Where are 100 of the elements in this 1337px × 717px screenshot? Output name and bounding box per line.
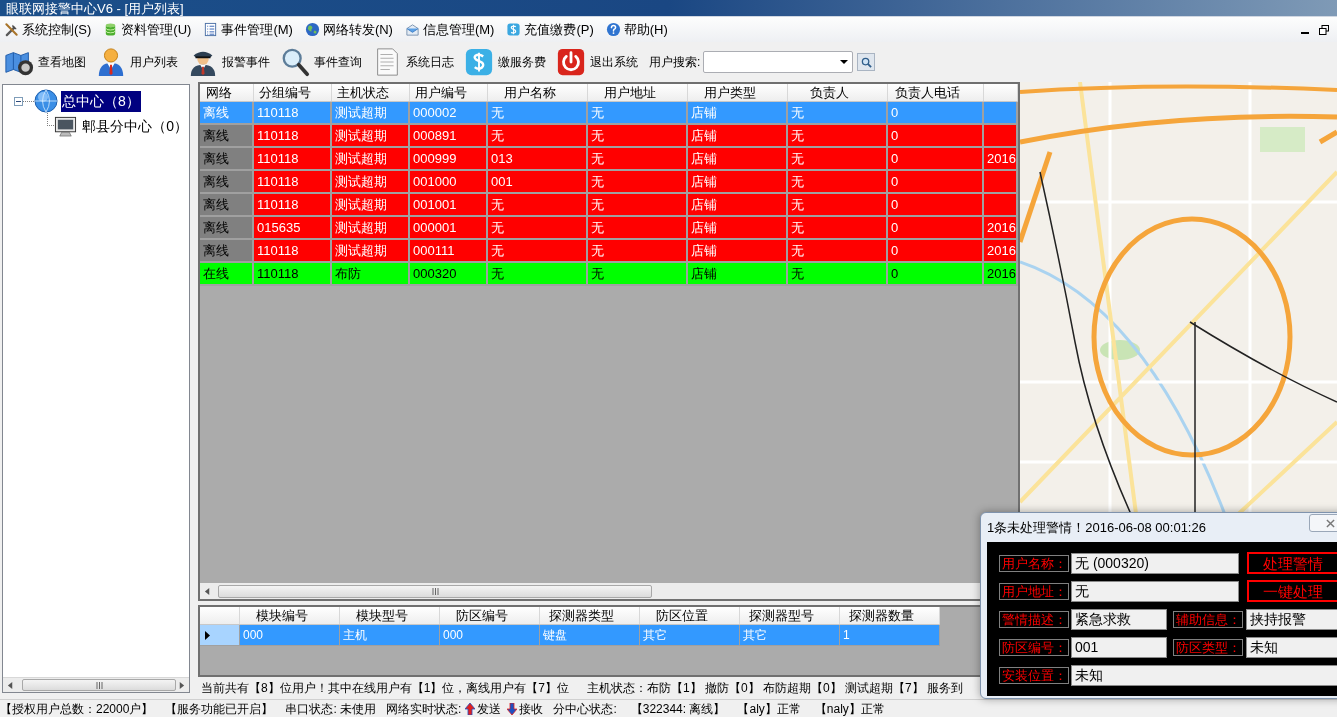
menu-item[interactable]: 充值缴费(P): [506, 18, 594, 41]
column-header[interactable]: 探测器数量: [849, 609, 914, 622]
database-icon: [103, 22, 119, 37]
column-header[interactable]: 探测器类型: [549, 609, 614, 622]
menu-item[interactable]: 信息管理(M): [404, 18, 495, 41]
column-header[interactable]: 分组编号: [258, 86, 311, 99]
table-cell: 无: [588, 217, 688, 238]
alert-action-button[interactable]: 一键处理: [1247, 580, 1337, 602]
column-header[interactable]: 防区编号: [455, 609, 508, 622]
table-cell: 无: [788, 125, 888, 146]
status-text: 接收: [519, 700, 544, 717]
field-label: 警情描述：: [999, 610, 1069, 628]
table-cell: 无: [588, 263, 688, 284]
column-header[interactable]: 主机状态: [336, 86, 389, 99]
toolbar-button[interactable]: 退出系统: [556, 44, 648, 80]
toolbar-button[interactable]: 报警事件: [188, 44, 280, 80]
status-text: 分中心状态:: [553, 700, 617, 717]
table-cell: 无: [588, 194, 688, 215]
table-cell: 0: [888, 194, 984, 215]
table-cell: 无: [488, 263, 588, 284]
menu-item[interactable]: 资料管理(U): [103, 18, 192, 41]
table-cell: 013: [488, 148, 588, 169]
toolbar-button[interactable]: 缴服务费: [464, 44, 556, 80]
table-cell: 0: [888, 171, 984, 192]
arrow-right-icon[interactable]: [178, 681, 185, 689]
table-cell: 000001: [410, 217, 488, 238]
table-cell: 000002: [410, 102, 488, 123]
toolbar-button[interactable]: 用户列表: [96, 44, 188, 80]
arrow-left-icon[interactable]: [204, 587, 211, 595]
column-header[interactable]: 模块型号: [355, 609, 408, 622]
monitor-icon: [54, 114, 78, 138]
table-cell: 无: [788, 217, 888, 238]
status-text: 【naly】正常: [814, 700, 885, 717]
column-header[interactable]: 防区位置: [655, 609, 708, 622]
arrow-left-icon[interactable]: [7, 681, 14, 689]
field-label: 用户地址：: [999, 582, 1069, 600]
value-field[interactable]: 无: [1071, 580, 1239, 602]
menu-item[interactable]: 网络转发(N): [304, 18, 393, 41]
status-text: 发送: [477, 700, 502, 717]
scrollbar-thumb[interactable]: [218, 584, 652, 598]
column-header[interactable]: 用户类型: [703, 86, 756, 99]
grip-icon: [431, 587, 439, 595]
column-header[interactable]: 模块编号: [255, 609, 308, 622]
value-field[interactable]: 001: [1071, 636, 1167, 658]
table-cell: 离线: [200, 217, 254, 238]
column-header[interactable]: 探测器型号: [749, 609, 814, 622]
value-field[interactable]: 无 (000320): [1071, 552, 1239, 574]
table-cell: 000320: [410, 263, 488, 284]
restore-icon[interactable]: [1319, 24, 1329, 35]
table-cell: 110118: [254, 194, 332, 215]
column-header[interactable]: 用户名称: [503, 86, 556, 99]
table-cell: 离线: [200, 171, 254, 192]
table-cell: 测试超期: [332, 125, 410, 146]
status-text: 【授权用户总数：22000户】: [0, 700, 154, 717]
table-row[interactable]: 离线 110118 测试超期 000111 无 无 店铺 无 0 2016: [200, 240, 1018, 263]
column-header[interactable]: 负责人电话: [895, 86, 960, 99]
horizontal-scrollbar[interactable]: [3, 677, 189, 692]
menu-item[interactable]: 事件管理(M): [203, 18, 293, 41]
table-cell: 离线: [200, 194, 254, 215]
table-row[interactable]: 在线 110118 布防 000320 无 无 店铺 无 0 2016: [200, 263, 1018, 286]
column-header[interactable]: 负责人: [810, 86, 849, 99]
table-cell: 店铺: [688, 217, 788, 238]
value-field[interactable]: 挟持报警: [1246, 608, 1337, 630]
value-field[interactable]: 未知: [1246, 636, 1337, 658]
column-header[interactable]: 用户编号: [414, 86, 467, 99]
tree-item[interactable]: 总中心（8）: [61, 90, 141, 112]
table-row[interactable]: 离线 015635 测试超期 000001 无 无 店铺 无 0 2016: [200, 217, 1018, 240]
window-title: 眼联网接警中心V6 - [用户列表]: [5, 1, 184, 16]
close-icon: [1326, 518, 1335, 528]
toolbar-button[interactable]: 查看地图: [4, 44, 96, 80]
menu-item[interactable]: 系统控制(S): [4, 18, 92, 41]
alert-action-button[interactable]: 处理警情: [1247, 552, 1337, 574]
table-cell: 无: [588, 102, 688, 123]
column-header[interactable]: 网络: [205, 86, 232, 99]
close-button[interactable]: [1309, 514, 1337, 532]
table-cell: 110118: [254, 102, 332, 123]
column-header[interactable]: 用户地址: [603, 86, 656, 99]
table-cell: 0: [888, 125, 984, 146]
table-cell: 其它: [640, 625, 740, 645]
user-icon: [96, 47, 126, 77]
collapse-icon[interactable]: [14, 96, 23, 106]
search-field[interactable]: [703, 51, 854, 73]
table-row[interactable]: 离线 110118 测试超期 001001 无 无 店铺 无 0: [200, 194, 1018, 217]
value-field[interactable]: 紧急求救: [1071, 608, 1167, 630]
table-row[interactable]: 离线 110118 测试超期 000891 无 无 店铺 无 0: [200, 125, 1018, 148]
value-field[interactable]: 未知: [1071, 664, 1337, 686]
list-icon: [203, 22, 219, 37]
toolbar-button[interactable]: 系统日志: [372, 44, 464, 80]
table-cell: 110118: [254, 240, 332, 261]
table-cell: 离线: [200, 102, 254, 123]
search-button[interactable]: [857, 53, 876, 71]
tree-item[interactable]: 郫县分中心（0）: [81, 115, 189, 137]
menu-item[interactable]: 帮助(H): [605, 18, 668, 41]
table-row[interactable]: 离线 110118 测试超期 001000 001 无 店铺 无 0: [200, 171, 1018, 194]
status-text: 【322344: 离线】: [630, 700, 726, 717]
table-row[interactable]: 离线 110118 测试超期 000999 013 无 店铺 无 0 2016: [200, 148, 1018, 171]
toolbar-button[interactable]: 事件查询: [280, 44, 372, 80]
table-cell: 110118: [254, 171, 332, 192]
table-cell: 无: [788, 148, 888, 169]
scrollbar-thumb[interactable]: [22, 679, 176, 691]
